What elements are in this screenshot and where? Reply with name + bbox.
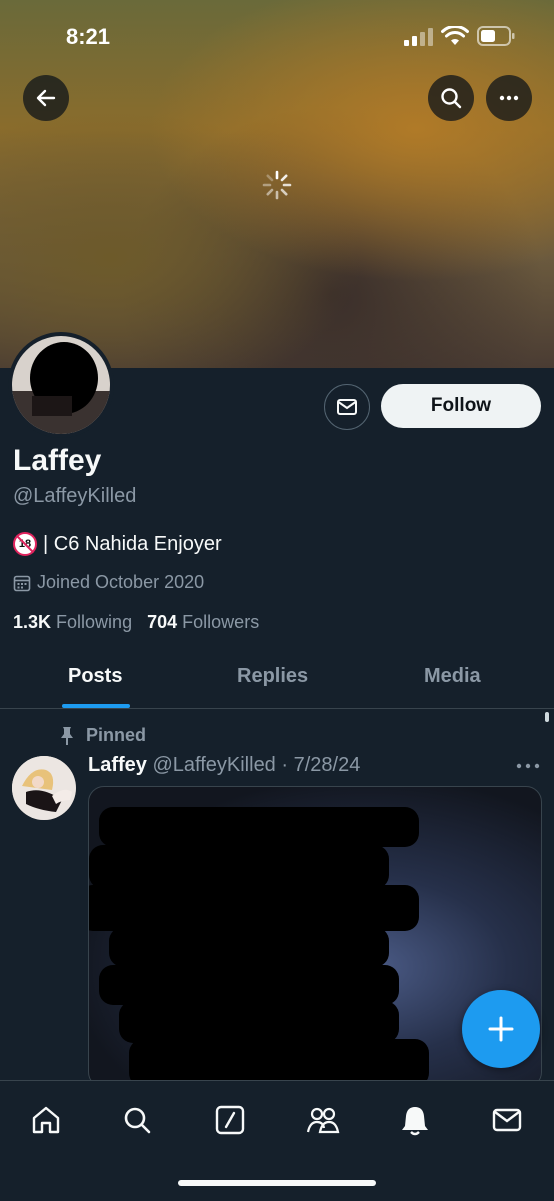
pinned-text: Pinned (86, 725, 147, 745)
following-label: Following (56, 612, 133, 632)
nav-notifications[interactable] (398, 1103, 432, 1137)
nav-grok[interactable] (213, 1103, 247, 1137)
joined-text: Joined October 2020 (37, 572, 205, 592)
battery-icon (477, 26, 515, 46)
calendar-icon (13, 575, 31, 591)
search-icon (441, 88, 462, 109)
search-icon (124, 1107, 151, 1134)
post-header: Laffey @LaffeyKilled · 7/28/24 (88, 754, 360, 777)
following-count: 1.3K (13, 612, 52, 632)
post-author-avatar[interactable] (12, 756, 76, 820)
pin-icon (61, 726, 73, 745)
communities-icon (306, 1107, 340, 1134)
envelope-icon (337, 399, 357, 415)
search-button[interactable] (428, 75, 474, 121)
profile-name: Laffey (13, 444, 102, 477)
more-options-button[interactable] (486, 75, 532, 121)
profile-bio: 18 | C6 Nahida Enjoyer (13, 532, 222, 556)
active-tab-indicator (62, 704, 130, 708)
arrow-left-icon (36, 89, 56, 107)
tab-media[interactable]: Media (424, 665, 481, 688)
profile-handle: @LaffeyKilled (13, 485, 137, 507)
avatar-image (12, 756, 76, 820)
avatar-image (12, 336, 110, 434)
home-indicator[interactable] (178, 1180, 376, 1186)
post-more-icon[interactable] (516, 763, 540, 769)
post-author-name[interactable]: Laffey (88, 754, 147, 776)
followers-count: 704 (147, 612, 178, 632)
follow-button[interactable]: Follow (381, 384, 541, 428)
messages-icon (492, 1108, 522, 1132)
tab-replies[interactable]: Replies (237, 665, 308, 688)
home-icon (32, 1106, 60, 1134)
tab-posts[interactable]: Posts (68, 665, 122, 688)
nav-communities[interactable] (306, 1103, 340, 1137)
no-under-18-icon: 18 (13, 532, 37, 556)
joined-date: Joined October 2020 (13, 572, 204, 593)
grok-icon (215, 1105, 245, 1135)
pinned-label: Pinned (58, 725, 146, 746)
loading-spinner-icon (262, 170, 292, 200)
nav-search[interactable] (120, 1103, 154, 1137)
profile-tabs: Posts Replies Media (0, 650, 554, 709)
status-bar: 8:21 (0, 0, 554, 70)
ellipsis-icon (499, 95, 519, 101)
back-button[interactable] (23, 75, 69, 121)
message-button[interactable] (324, 384, 370, 430)
nav-messages[interactable] (490, 1103, 524, 1137)
post-meta: @LaffeyKilled · 7/28/24 (152, 754, 361, 776)
follow-stats: 1.3K Following 704 Followers (13, 612, 259, 633)
followers-label: Followers (182, 612, 260, 632)
wifi-icon (441, 26, 469, 45)
compose-post-button[interactable] (462, 990, 540, 1068)
bio-badge-text: 18 (18, 538, 32, 550)
cellular-signal-icon (404, 28, 433, 46)
followers-link[interactable]: 704 Followers (147, 612, 259, 632)
nav-home[interactable] (29, 1103, 63, 1137)
status-time: 8:21 (66, 24, 111, 49)
scrollbar[interactable] (545, 712, 549, 722)
notifications-icon (402, 1107, 428, 1136)
following-link[interactable]: 1.3K Following (13, 612, 132, 632)
plus-icon (488, 1016, 514, 1042)
profile-avatar[interactable] (8, 332, 114, 438)
bio-text: | C6 Nahida Enjoyer (43, 532, 222, 555)
